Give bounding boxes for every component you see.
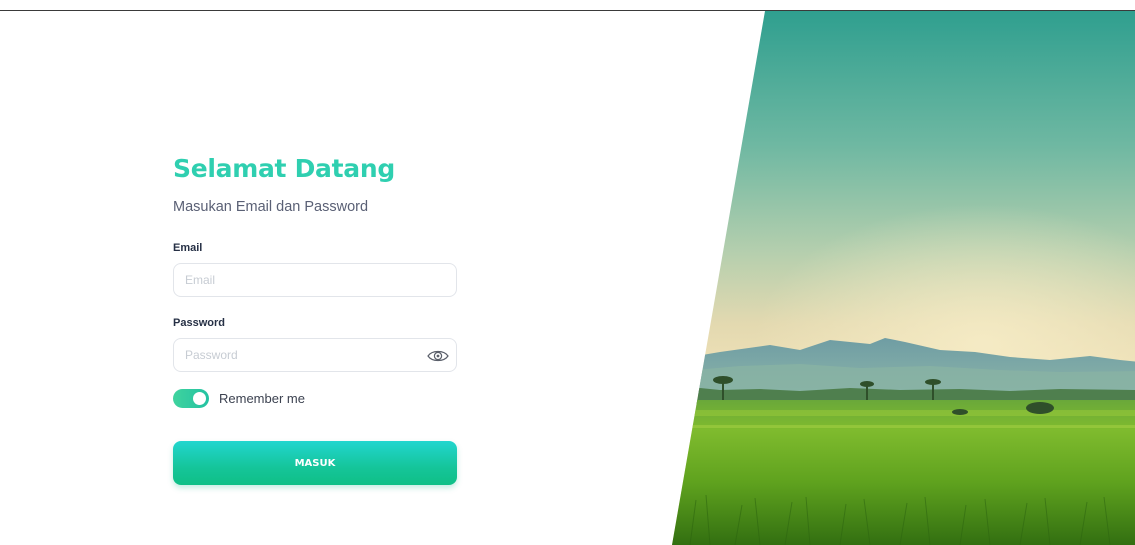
eye-icon[interactable] xyxy=(426,346,450,366)
password-input[interactable] xyxy=(174,339,456,371)
hero-landscape-image xyxy=(672,11,1135,545)
email-input[interactable] xyxy=(174,264,456,296)
password-label: Password xyxy=(173,317,225,329)
email-field-box xyxy=(173,263,457,297)
login-submit-button[interactable]: MASUK xyxy=(173,441,457,485)
email-label: Email xyxy=(173,242,203,254)
login-form: Selamat Datang Masukan Email dan Passwor… xyxy=(173,150,458,485)
remember-me-toggle[interactable] xyxy=(173,389,209,408)
toggle-knob xyxy=(193,392,206,405)
remember-me-row: Remember me xyxy=(173,389,305,408)
top-divider xyxy=(0,10,1135,11)
password-field-box xyxy=(173,338,457,372)
remember-me-label[interactable]: Remember me xyxy=(219,391,305,406)
page-subtitle: Masukan Email dan Password xyxy=(173,199,369,215)
page-title: Selamat Datang xyxy=(173,154,395,183)
